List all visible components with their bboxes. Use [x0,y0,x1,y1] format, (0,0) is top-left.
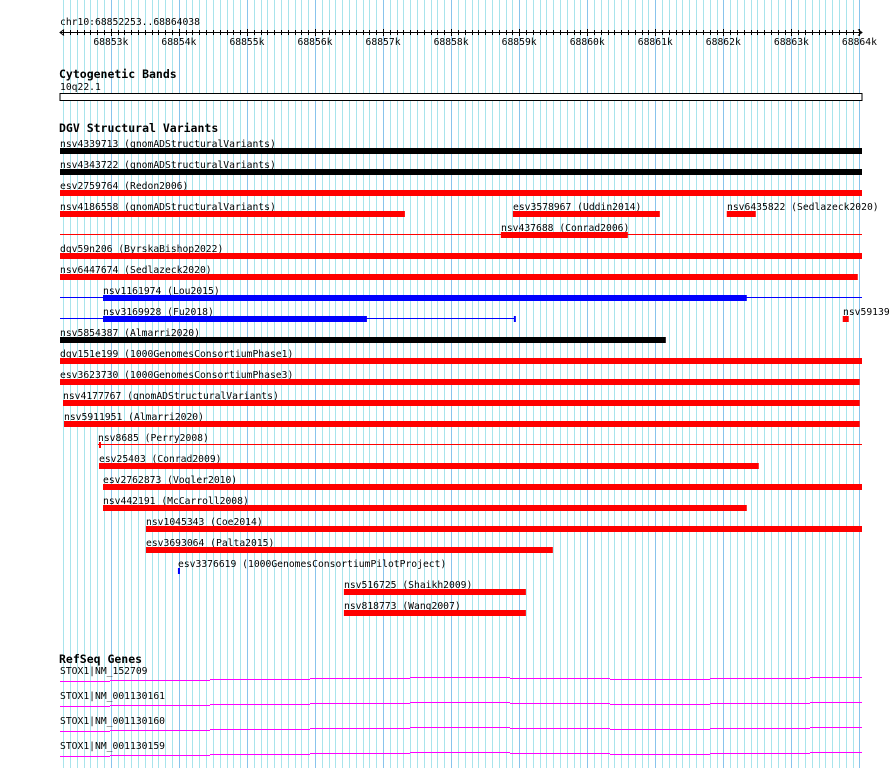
ruler-tick-label: 68861k [638,37,673,48]
ruler-tick-label: 68862k [706,37,741,48]
variant-bar [60,379,860,385]
variant-bar [62,400,860,406]
ruler-tick-label: 68854k [161,37,196,48]
gene-label: STOX1|NM_152709 [60,666,148,677]
band-label: 10q22.1 [60,82,101,93]
variant-nsv1161974[interactable]: nsv1161974 (Lou2015) [60,286,862,301]
track-title: Cytogenetic Bands [59,67,177,81]
variant-esv3578967[interactable]: esv3578967 (Uddin2014) [512,202,660,217]
variant-end-tick [513,316,516,322]
dgv-structural-variants-track: DGV Structural Variants nsv4339713 (gnom… [59,121,890,616]
gene-model [60,677,862,682]
variant-nsv3169928[interactable]: nsv3169928 (Fu2018) [60,307,516,322]
ruler-tick-label: 68864k [842,37,877,48]
position-label: chr10:68852253..68864038 [60,17,200,28]
variant-bar [726,211,756,217]
variant-bar [64,421,860,427]
variant-esv2762873[interactable]: esv2762873 (Vogler2010) [103,475,862,490]
variant-label: esv3376619 (1000GenomesConsortiumPilotPr… [178,559,446,570]
gene-label: STOX1|NM_001130161 [60,691,165,702]
gene-model [60,752,862,757]
variant-bar [60,358,862,364]
variant-nsv4343722[interactable]: nsv4343722 (gnomADStructuralVariants) [60,160,862,175]
variant-bar [103,505,747,511]
variant-bar [103,484,862,490]
variant-dgv59n206[interactable]: dgv59n206 (ByrskaBishop2022) [60,244,862,259]
ruler-tick-label: 68855k [229,37,264,48]
variant-nsv818773[interactable]: nsv818773 (Wang2007) [343,601,526,616]
variant-label: nsv8685 (Perry2008) [98,433,209,444]
variant-start-tick [98,442,101,448]
variant-nsv4177767[interactable]: nsv4177767 (gnomADStructuralVariants) [62,391,860,406]
gene-model [60,727,862,732]
variant-bar [98,463,759,469]
variant-bar [60,148,862,154]
variant-nsv59139[interactable]: nsv59139 [842,307,890,322]
variant-bar [103,316,367,322]
gene-STOX1-NM_152709[interactable]: STOX1|NM_152709 [60,666,862,682]
variant-dgv151e199[interactable]: dgv151e199 (1000GenomesConsortiumPhase1) [60,349,862,364]
ruler-tick-label: 68853k [93,37,128,48]
track-title: RefSeq Genes [59,652,142,666]
ruler: chr10:68852253..68864038 68853k 68854k 688… [59,17,877,48]
gene-model [60,702,862,707]
variant-esv3376619[interactable]: esv3376619 (1000GenomesConsortiumPilotPr… [177,559,446,574]
gene-label: STOX1|NM_001130159 [60,741,165,752]
variant-bar [103,295,747,301]
variant-bar [500,232,628,238]
variant-nsv5911951[interactable]: nsv5911951 (Almarri2020) [64,412,860,427]
variant-esv3623730[interactable]: esv3623730 (1000GenomesConsortiumPhase3) [60,370,860,385]
ruler-tick-label: 68859k [502,37,537,48]
variant-bar [60,337,666,343]
ruler-tick-label: 68858k [434,37,469,48]
variant-bar [177,568,180,574]
variant-bar [343,589,526,595]
track-title: DGV Structural Variants [59,121,218,135]
gene-STOX1-NM_001130160[interactable]: STOX1|NM_001130160 [60,716,862,732]
ruler-tick-label: 68863k [774,37,809,48]
variant-bar [343,610,526,616]
variant-bar [60,211,405,217]
variant-nsv1045343[interactable]: nsv1045343 (Coe2014) [145,517,862,532]
variant-bar [512,211,660,217]
gene-STOX1-NM_001130161[interactable]: STOX1|NM_001130161 [60,691,862,707]
variant-nsv516725[interactable]: nsv516725 (Shaikh2009) [343,580,526,595]
ruler-tick-label: 68856k [297,37,332,48]
variant-bar [60,274,858,280]
variant-bar [842,316,849,322]
gene-STOX1-NM_001130159[interactable]: STOX1|NM_001130159 [60,741,862,757]
variant-bar [60,190,862,196]
variant-esv25403[interactable]: esv25403 (Conrad2009) [98,454,759,469]
variant-nsv4339713[interactable]: nsv4339713 (gnomADStructuralVariants) [60,139,862,154]
variant-nsv6435822[interactable]: nsv6435822 (Sedlazeck2020) [726,202,879,217]
variant-bar [145,547,553,553]
gene-label: STOX1|NM_001130160 [60,716,165,727]
variant-nsv437688[interactable]: nsv437688 (Conrad2006) [60,223,862,238]
variant-bar [60,253,862,259]
variant-nsv8685[interactable]: nsv8685 (Perry2008) [97,433,862,448]
ruler-tick-label: 68857k [366,37,401,48]
variant-label: nsv59139 [843,307,890,318]
variant-esv2759764[interactable]: esv2759764 (Redon2006) [60,181,862,196]
genome-browser-panel: chr10:68852253..68864038 68853k 68854k 688… [59,0,890,768]
variant-bar [145,526,862,532]
variant-nsv4186558[interactable]: nsv4186558 (gnomADStructuralVariants) [60,202,405,217]
variant-bar [60,169,862,175]
cytoband-glyph [59,93,863,101]
ruler-tick-label: 68860k [570,37,605,48]
